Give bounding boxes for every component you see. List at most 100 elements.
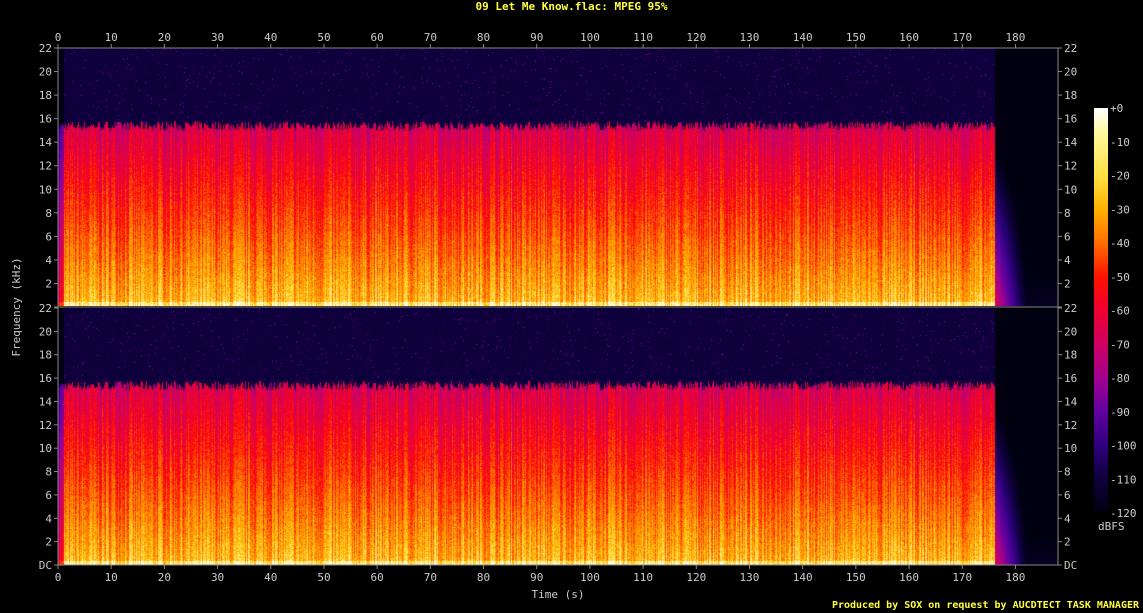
- x-tick-label-top: 90: [530, 31, 543, 44]
- y-tick-label-left: 4: [45, 254, 52, 267]
- y-tick-label-right: 16: [1064, 113, 1077, 126]
- y-tick-label-right: 20: [1064, 325, 1077, 338]
- y-axis-label: Frequency (kHz): [10, 257, 23, 356]
- x-tick-label-bottom: 160: [899, 571, 919, 584]
- y-tick-label-right: 20: [1064, 66, 1077, 79]
- y-tick-label-left: 6: [45, 230, 52, 243]
- y-tick-label-left: 2: [45, 536, 52, 549]
- x-tick-label-bottom: 20: [158, 571, 171, 584]
- x-tick-label-top: 80: [477, 31, 490, 44]
- x-tick-label-top: 150: [846, 31, 866, 44]
- y-tick-label-left: 2: [45, 277, 52, 290]
- x-tick-label-bottom: 140: [793, 571, 813, 584]
- y-tick-label-left: DC: [39, 559, 52, 572]
- colorbar-tick-label: -90: [1110, 406, 1130, 419]
- x-tick-label-top: 0: [55, 31, 62, 44]
- y-tick-label-right: 6: [1064, 230, 1071, 243]
- colorbar-tick-label: -100: [1110, 440, 1137, 453]
- colorbar-tick-label: -10: [1110, 136, 1130, 149]
- y-tick-label-left: 20: [39, 325, 52, 338]
- y-tick-label-right: 22: [1064, 42, 1077, 55]
- colorbar-tick-label: -60: [1110, 305, 1130, 318]
- colorbar-label: dBFS: [1098, 520, 1125, 533]
- x-tick-label-top: 130: [740, 31, 760, 44]
- x-tick-label-bottom: 180: [1006, 571, 1026, 584]
- y-tick-label-left: 14: [39, 395, 53, 408]
- x-tick-label-top: 100: [580, 31, 600, 44]
- y-tick-label-right: 8: [1064, 466, 1071, 479]
- y-tick-label-left: 10: [39, 183, 52, 196]
- x-tick-label-bottom: 100: [580, 571, 600, 584]
- y-tick-label-left: 12: [39, 160, 52, 173]
- x-tick-label-bottom: 110: [633, 571, 653, 584]
- x-tick-label-top: 40: [264, 31, 277, 44]
- y-tick-label-right: 10: [1064, 183, 1077, 196]
- x-tick-label-top: 20: [158, 31, 171, 44]
- y-tick-label-right: 2: [1064, 536, 1071, 549]
- colorbar-tick-label: -80: [1110, 372, 1130, 385]
- colorbar-tick-label: -30: [1110, 203, 1130, 216]
- x-tick-label-bottom: 30: [211, 571, 224, 584]
- x-tick-label-top: 10: [105, 31, 118, 44]
- colorbar-tick-label: -70: [1110, 338, 1130, 351]
- y-tick-label-left: 8: [45, 207, 52, 220]
- footer-credit: Produced by SOX on request by AUCDTECT T…: [831, 600, 1139, 611]
- y-tick-label-left: 22: [39, 42, 52, 55]
- x-axis-label: Time (s): [532, 588, 585, 601]
- colorbar-tick-label: +0: [1110, 102, 1123, 115]
- y-tick-label-right: 4: [1064, 254, 1071, 267]
- y-tick-label-left: 18: [39, 89, 52, 102]
- y-tick-label-right: 12: [1064, 419, 1077, 432]
- x-tick-label-top: 170: [952, 31, 972, 44]
- y-tick-label-right: 2: [1064, 277, 1071, 290]
- x-tick-label-top: 160: [899, 31, 919, 44]
- y-tick-label-left: 4: [45, 512, 52, 525]
- y-tick-label-right: 14: [1064, 395, 1078, 408]
- x-tick-label-top: 140: [793, 31, 813, 44]
- x-tick-label-bottom: 80: [477, 571, 490, 584]
- colorbar-tick-label: -50: [1110, 271, 1130, 284]
- axes: 0 0 10 10 20 20 30 30 40 40 50 50 60 60 70 70 80 80 90 90 10…: [10, 31, 1137, 601]
- colorbar-tick-label: -110: [1110, 473, 1137, 486]
- y-tick-label-right: DC: [1064, 559, 1077, 572]
- y-tick-label-left: 16: [39, 372, 52, 385]
- x-tick-label-bottom: 120: [686, 571, 706, 584]
- x-tick-label-bottom: 90: [530, 571, 543, 584]
- x-tick-label-bottom: 150: [846, 571, 866, 584]
- y-tick-label-left: 10: [39, 442, 52, 455]
- x-tick-label-top: 110: [633, 31, 653, 44]
- y-tick-label-left: 8: [45, 466, 52, 479]
- x-tick-label-top: 120: [686, 31, 706, 44]
- x-tick-label-bottom: 170: [952, 571, 972, 584]
- y-tick-label-right: 10: [1064, 442, 1077, 455]
- x-tick-label-bottom: 0: [55, 571, 62, 584]
- x-tick-label-bottom: 60: [371, 571, 384, 584]
- x-tick-label-top: 50: [317, 31, 330, 44]
- y-tick-label-left: 14: [39, 136, 53, 149]
- x-tick-label-top: 180: [1006, 31, 1026, 44]
- y-tick-label-right: 22: [1064, 302, 1077, 315]
- x-tick-label-bottom: 40: [264, 571, 277, 584]
- y-tick-label-left: 6: [45, 489, 52, 502]
- y-tick-label-right: 14: [1064, 136, 1078, 149]
- x-tick-label-top: 70: [424, 31, 437, 44]
- y-tick-label-left: 16: [39, 113, 52, 126]
- y-tick-label-right: 18: [1064, 89, 1077, 102]
- y-tick-label-left: 12: [39, 419, 52, 432]
- y-tick-label-right: 16: [1064, 372, 1077, 385]
- x-tick-label-top: 60: [371, 31, 384, 44]
- x-tick-label-top: 30: [211, 31, 224, 44]
- y-tick-label-right: 8: [1064, 207, 1071, 220]
- y-tick-label-right: 6: [1064, 489, 1071, 502]
- colorbar-tick-label: -120: [1110, 507, 1137, 520]
- x-tick-label-bottom: 70: [424, 571, 437, 584]
- y-tick-label-left: 18: [39, 349, 52, 362]
- y-tick-label-left: 20: [39, 66, 52, 79]
- colorbar-tick-label: -20: [1110, 170, 1130, 183]
- colorbar-tick-label: -40: [1110, 237, 1130, 250]
- x-tick-label-bottom: 130: [740, 571, 760, 584]
- y-tick-label-right: 18: [1064, 349, 1077, 362]
- x-tick-label-bottom: 10: [105, 571, 118, 584]
- y-tick-label-right: 12: [1064, 160, 1077, 173]
- x-tick-label-bottom: 50: [317, 571, 330, 584]
